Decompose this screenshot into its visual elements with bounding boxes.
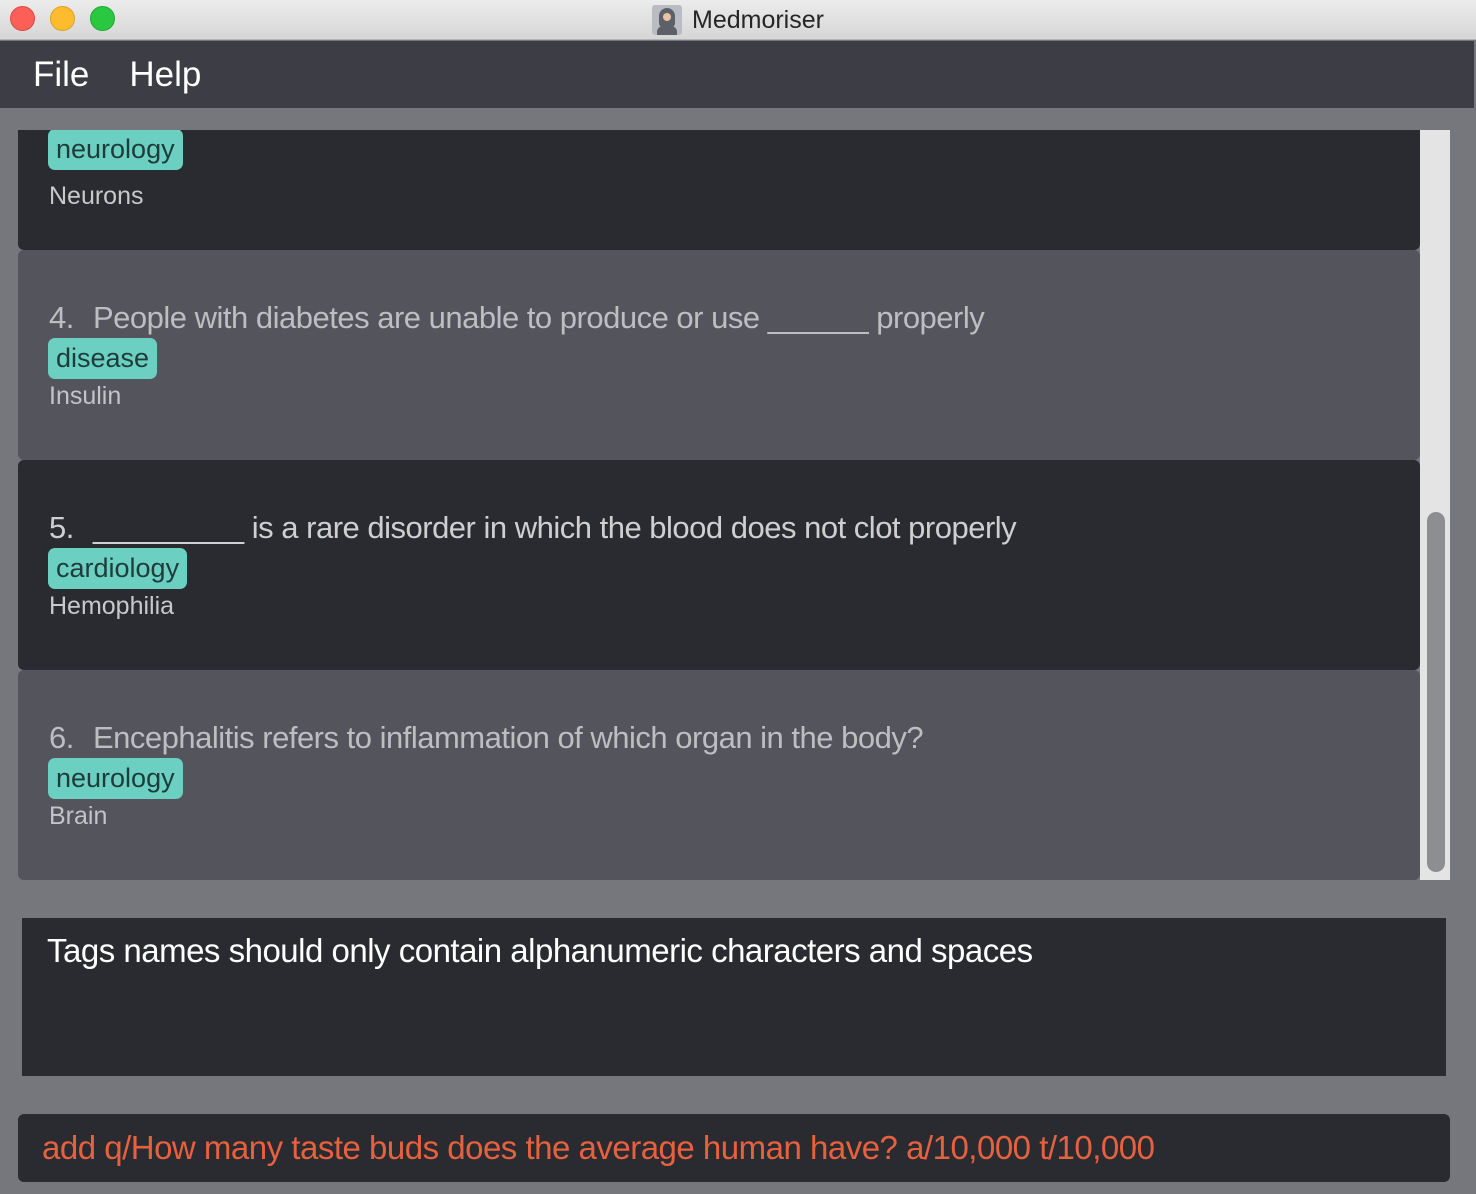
command-input[interactable] [18, 1114, 1450, 1182]
question-text: People with diabetes are unable to produ… [93, 300, 985, 335]
title-bar: Medmoriser [0, 0, 1476, 40]
window-title: Medmoriser [692, 5, 824, 34]
question-tag: cardiology [48, 548, 188, 589]
menu-help[interactable]: Help [129, 55, 201, 95]
brain-head-icon [652, 5, 682, 35]
question-card[interactable]: neurology Neurons [18, 130, 1420, 250]
question-tag: neurology [48, 758, 183, 799]
question-number: 6. [49, 720, 74, 755]
window-title-group: Medmoriser [0, 0, 1476, 40]
list-scrollbar-thumb[interactable] [1427, 512, 1445, 872]
list-scrollbar[interactable] [1420, 130, 1450, 880]
menu-bar: File Help [0, 41, 1474, 108]
question-text: _________ is a rare disorder in which th… [93, 510, 1017, 545]
question-tag: disease [48, 338, 158, 379]
question-text: Encephalitis refers to inflammation of w… [93, 720, 924, 755]
question-answer: Neurons [49, 182, 144, 210]
question-tag: neurology [48, 130, 183, 170]
question-text-line: 6. Encephalitis refers to inflammation of… [49, 720, 924, 756]
question-card[interactable]: 6. Encephalitis refers to inflammation of… [18, 670, 1420, 880]
question-text-line: 5. _________ is a rare disorder in which … [49, 510, 1017, 546]
result-display: Tags names should only contain alphanume… [22, 918, 1446, 1076]
question-answer: Brain [49, 802, 108, 830]
question-number: 5. [49, 510, 74, 545]
result-message: Tags names should only contain alphanume… [47, 932, 1033, 969]
question-text-line: 4. People with diabetes are unable to pro… [49, 300, 985, 336]
menu-file[interactable]: File [33, 55, 89, 95]
question-card[interactable]: 4. People with diabetes are unable to pro… [18, 250, 1420, 460]
question-number: 4. [49, 300, 74, 335]
question-card[interactable]: 5. _________ is a rare disorder in which … [18, 460, 1420, 670]
question-answer: Hemophilia [49, 592, 175, 620]
command-box[interactable] [18, 1114, 1450, 1182]
question-answer: Insulin [49, 382, 122, 410]
question-list[interactable]: neurology Neurons 4. People with diabetes… [18, 130, 1450, 880]
